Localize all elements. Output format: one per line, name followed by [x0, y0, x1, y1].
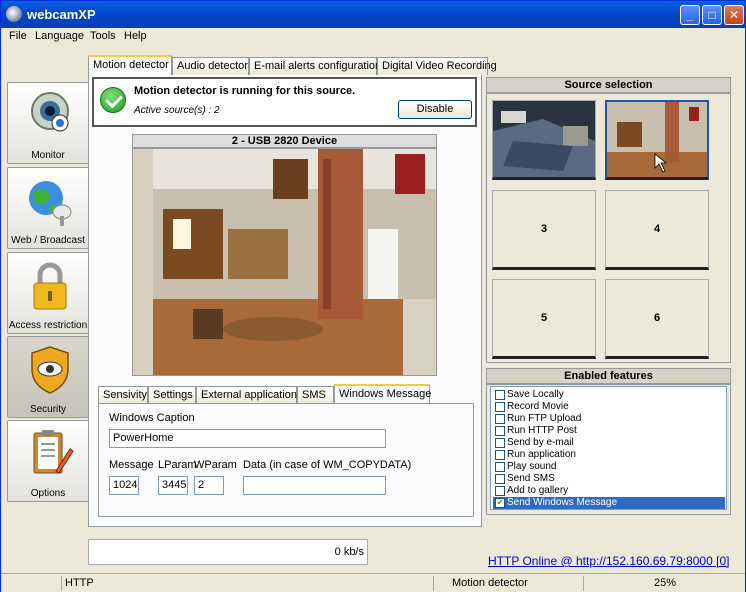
checkbox-icon[interactable]	[495, 462, 505, 472]
tab-email-alerts[interactable]: E-mail alerts configuration	[249, 57, 381, 75]
windows-caption-input[interactable]: PowerHome	[109, 429, 386, 448]
tab-windows-message[interactable]: Windows Message	[334, 384, 431, 404]
nav-security-label: Security	[29, 404, 67, 415]
checkbox-icon[interactable]	[495, 474, 505, 484]
clipboard-pencil-icon	[33, 430, 74, 474]
minimize-button[interactable]: _	[680, 5, 700, 25]
menu-language[interactable]: Language	[35, 30, 84, 42]
nav-access-restriction[interactable]: Access restriction	[7, 252, 89, 334]
nav-web-broadcast[interactable]: Web / Broadcast	[7, 167, 89, 249]
source-selection-header: Source selection	[486, 77, 731, 93]
feature-run-http-post[interactable]: Run HTTP Post	[493, 425, 725, 437]
nav-security[interactable]: Security	[7, 336, 89, 418]
tab-settings[interactable]: Settings	[148, 386, 196, 404]
message-input[interactable]: 1024	[109, 476, 139, 495]
feature-run-application[interactable]: Run application	[493, 449, 725, 461]
menu-file[interactable]: File	[9, 30, 27, 42]
bandwidth-display: 0 kb/s	[88, 539, 368, 565]
app-window: webcamXP _ □ ✕ File Language Tools Help …	[0, 0, 746, 592]
maximize-icon: □	[708, 8, 716, 22]
window-title: webcamXP	[27, 7, 96, 22]
windows-caption-label: Windows Caption	[109, 412, 195, 424]
feature-record-movie[interactable]: Record Movie	[493, 401, 725, 413]
feature-add-to-gallery[interactable]: Add to gallery	[493, 485, 725, 497]
tab-audio-detector[interactable]: Audio detector	[172, 57, 249, 75]
wparam-label: WParam	[194, 459, 237, 471]
close-button[interactable]: ✕	[724, 5, 744, 25]
status-message: Motion detector is running for this sour…	[134, 85, 356, 97]
source-slot-5[interactable]: 5	[492, 279, 596, 359]
webcam-app-icon	[6, 6, 22, 22]
source-1-thumbnail	[493, 101, 595, 177]
checkbox-checked-icon[interactable]: ✔	[495, 498, 505, 508]
active-sources-text: Active source(s) : 2	[134, 105, 220, 116]
checkbox-icon[interactable]	[495, 486, 505, 496]
checkbox-icon[interactable]	[495, 426, 505, 436]
nav-monitor[interactable]: Monitor	[7, 82, 89, 164]
lparam-input[interactable]: 3445	[158, 476, 188, 495]
checkbox-icon[interactable]	[495, 402, 505, 412]
camera-view	[132, 148, 437, 376]
wparam-input[interactable]: 2	[194, 476, 224, 495]
http-online-link[interactable]: HTTP Online @ http://152.160.69.79:8000 …	[488, 554, 729, 568]
disable-button[interactable]: Disable	[398, 100, 472, 119]
webcam-icon	[31, 92, 69, 132]
close-icon: ✕	[728, 8, 740, 22]
padlock-icon	[33, 262, 67, 310]
minimize-icon: _	[686, 8, 694, 22]
feature-send-windows-message[interactable]: ✔ Send Windows Message	[493, 497, 725, 509]
shield-eye-icon	[31, 346, 69, 394]
tab-sms[interactable]: SMS	[297, 386, 334, 404]
tab-external-application[interactable]: External application	[196, 386, 297, 404]
motion-status-box: Motion detector is running for this sour…	[92, 77, 477, 127]
message-label: Message	[109, 459, 154, 471]
enabled-features-header: Enabled features	[486, 368, 731, 384]
source-slot-2[interactable]	[605, 100, 709, 180]
camera-feed-image	[133, 149, 436, 375]
feature-send-by-email[interactable]: Send by e-mail	[493, 437, 725, 449]
status-cpu: 25%	[583, 576, 743, 591]
nav-access-restriction-label: Access restriction	[8, 320, 88, 331]
feature-send-sms[interactable]: Send SMS	[493, 473, 725, 485]
menu-bar: File Language Tools Help	[1, 28, 745, 46]
lparam-label: LParam	[158, 459, 197, 471]
tab-digital-video-recording[interactable]: Digital Video Recording	[377, 57, 497, 75]
check-icon	[100, 87, 126, 113]
menu-help[interactable]: Help	[124, 30, 147, 42]
checkbox-icon[interactable]	[495, 450, 505, 460]
menu-tools[interactable]: Tools	[90, 30, 116, 42]
status-cell-empty	[1, 576, 61, 591]
tab-motion-detector[interactable]: Motion detector	[88, 55, 172, 75]
tab-sensivity[interactable]: Sensivity	[98, 386, 148, 404]
source-slot-4[interactable]: 4	[605, 190, 709, 270]
camera-title: 2 - USB 2820 Device	[132, 134, 437, 148]
globe-satellite-icon	[29, 181, 72, 226]
status-mode: Motion detector	[433, 576, 583, 591]
checkbox-icon[interactable]	[495, 414, 505, 424]
status-protocol: HTTP	[61, 576, 431, 591]
feature-run-ftp-upload[interactable]: Run FTP Upload	[493, 413, 725, 425]
enabled-features-list: Save Locally Record Movie Run FTP Upload…	[490, 386, 727, 510]
feature-save-locally[interactable]: Save Locally	[493, 389, 725, 401]
feature-play-sound[interactable]: Play sound	[493, 461, 725, 473]
source-2-thumbnail	[607, 102, 707, 177]
title-bar[interactable]: webcamXP _ □ ✕	[1, 1, 745, 28]
data-label: Data (in case of WM_COPYDATA)	[243, 459, 412, 471]
nav-options[interactable]: Options	[7, 420, 89, 502]
checkbox-icon[interactable]	[495, 390, 505, 400]
nav-options-label: Options	[30, 488, 66, 499]
maximize-button[interactable]: □	[702, 5, 722, 25]
nav-monitor-label: Monitor	[31, 150, 65, 161]
status-bar: HTTP Motion detector 25%	[1, 573, 745, 592]
nav-web-broadcast-label: Web / Broadcast	[11, 235, 85, 246]
source-slot-6[interactable]: 6	[605, 279, 709, 359]
data-input[interactable]	[243, 476, 386, 495]
source-slot-3[interactable]: 3	[492, 190, 596, 270]
checkbox-icon[interactable]	[495, 438, 505, 448]
source-slot-1[interactable]	[492, 100, 596, 180]
